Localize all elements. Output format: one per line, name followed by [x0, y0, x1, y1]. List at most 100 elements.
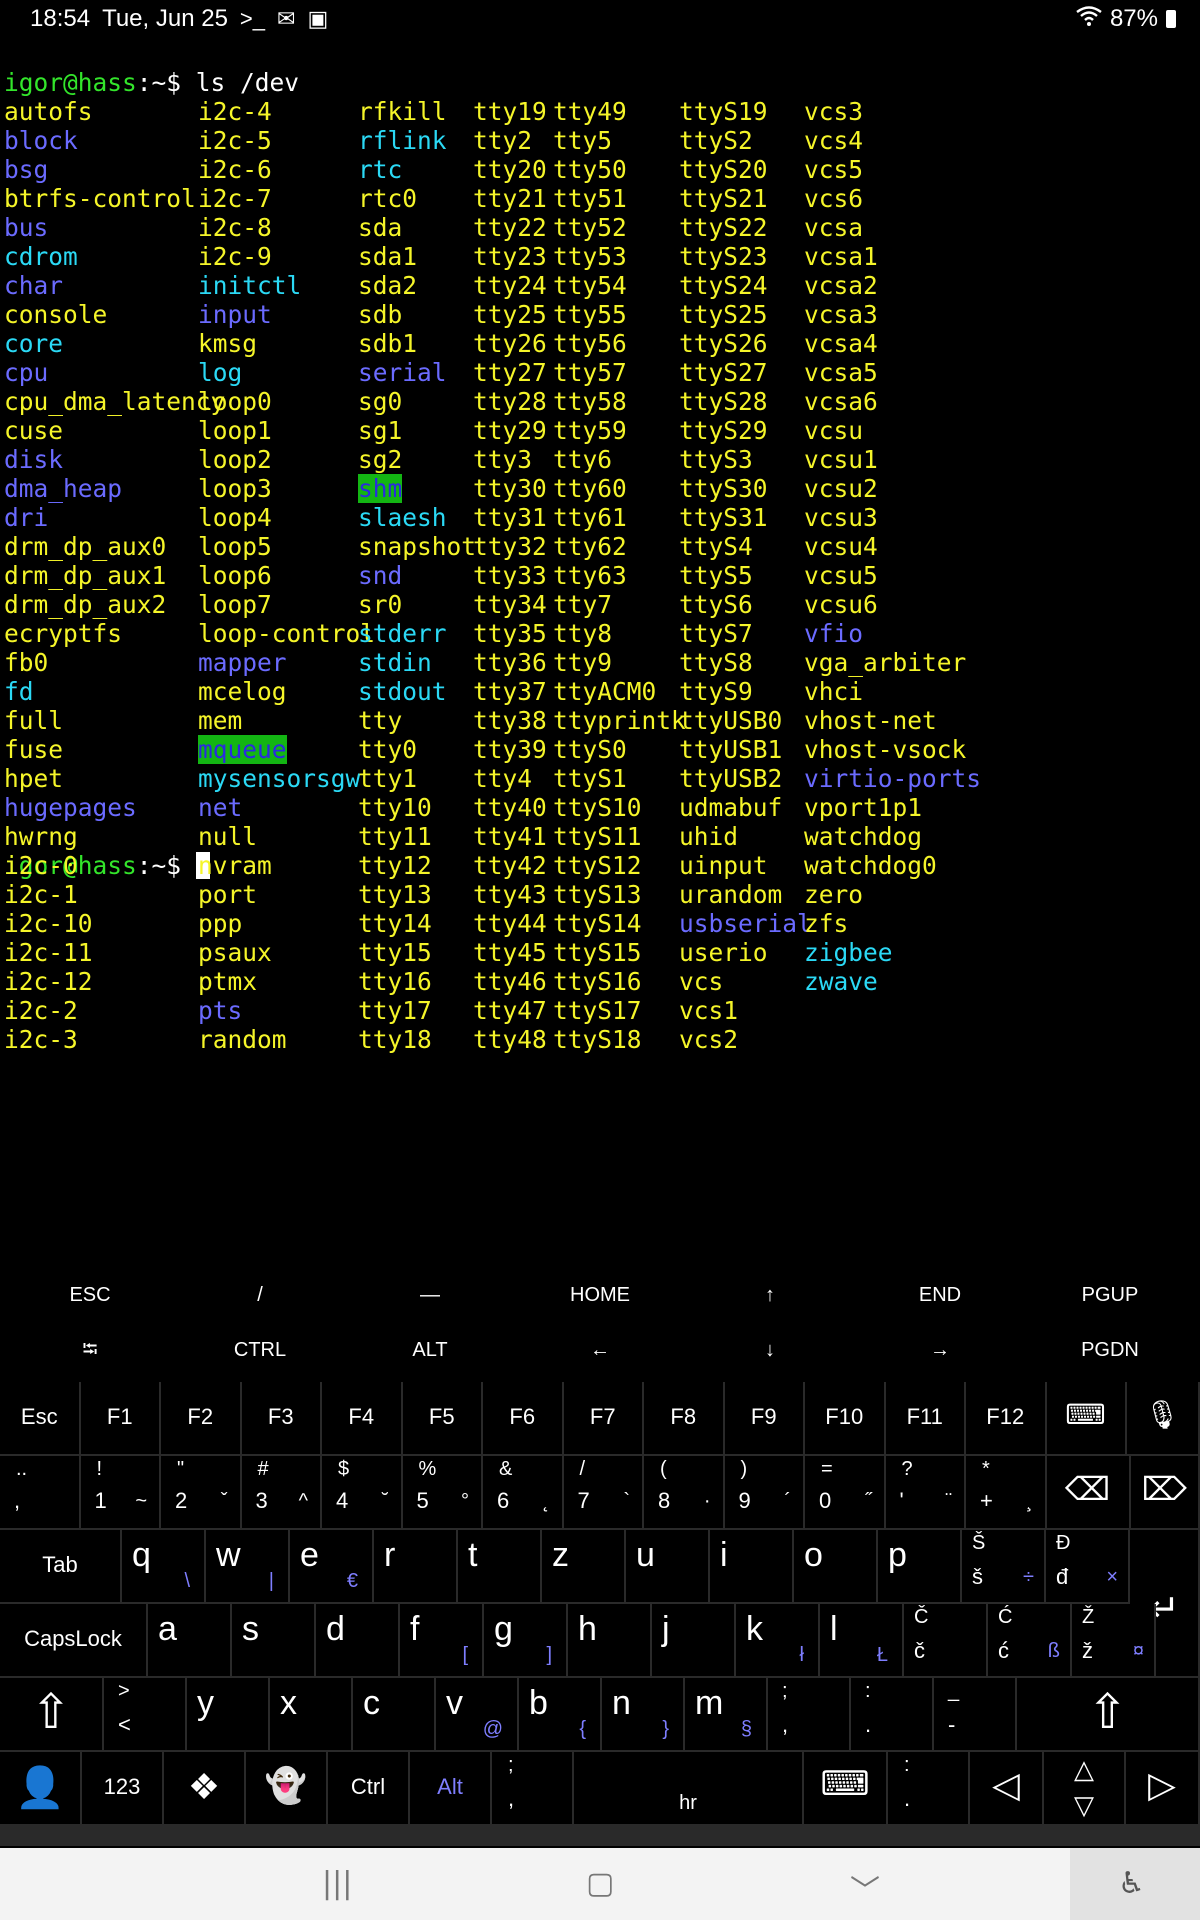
key-letter[interactable]: s: [232, 1604, 316, 1676]
accessibility-button[interactable]: ♿: [1070, 1848, 1200, 1920]
key-letter[interactable]: i: [710, 1530, 794, 1602]
key-f7[interactable]: F7: [563, 1382, 644, 1454]
terminal-view[interactable]: igor@hass:~$ ls /dev autofs block bsg btrfs…: [4, 68, 1196, 1228]
arrow-left-key[interactable]: ◁: [970, 1752, 1044, 1824]
emoji-key[interactable]: 👻: [246, 1752, 328, 1824]
back-icon[interactable]: ﹀: [850, 1866, 880, 1910]
key-f3[interactable]: F3: [241, 1382, 322, 1454]
delete-key[interactable]: ⌦: [1130, 1456, 1200, 1528]
key-letter[interactable]: c: [353, 1678, 436, 1750]
key-letter[interactable]: j: [652, 1604, 736, 1676]
alt-key[interactable]: Alt: [410, 1752, 492, 1824]
key-number[interactable]: (8 ·: [644, 1456, 725, 1528]
key-letter[interactable]: p: [878, 1530, 962, 1602]
key-letter[interactable]: _ -: [934, 1678, 1017, 1750]
comma-key[interactable]: ;,: [492, 1752, 574, 1824]
key-number[interactable]: ! 1 ~: [80, 1456, 161, 1528]
user-settings-key[interactable]: 👤: [0, 1752, 82, 1824]
key-esc[interactable]: Esc: [0, 1382, 81, 1454]
key-number[interactable]: " 2 ˇ: [161, 1456, 242, 1528]
extra-key[interactable]: HOME: [515, 1268, 685, 1323]
extra-key[interactable]: ↑: [685, 1268, 855, 1323]
key-letter[interactable]: w |: [206, 1530, 290, 1602]
key-letter[interactable]: d: [316, 1604, 400, 1676]
key-letter[interactable]: y: [187, 1678, 270, 1750]
left-shift-key[interactable]: ⇧: [0, 1678, 104, 1750]
key-letter[interactable]: m §: [685, 1678, 768, 1750]
key-number[interactable]: ? ' ¨: [885, 1456, 966, 1528]
key-letter[interactable]: > <: [104, 1678, 187, 1750]
keyboard-switch-key[interactable]: ⌨: [1046, 1382, 1127, 1454]
key-number[interactable]: $4 ˘: [322, 1456, 403, 1528]
key-letter[interactable]: h: [568, 1604, 652, 1676]
extra-key[interactable]: /: [175, 1268, 345, 1323]
key-number[interactable]: #3 ^: [241, 1456, 322, 1528]
extra-key[interactable]: PGUP: [1025, 1268, 1195, 1323]
key-f2[interactable]: F2: [161, 1382, 242, 1454]
key-f11[interactable]: F11: [885, 1382, 966, 1454]
key-letter[interactable]: x: [270, 1678, 353, 1750]
arrow-right-key[interactable]: ▷: [1126, 1752, 1200, 1824]
key-letter[interactable]: Đđ ×: [1046, 1530, 1130, 1602]
key-number[interactable]: ..,: [0, 1456, 81, 1528]
key-letter[interactable]: f[: [400, 1604, 484, 1676]
key-letter[interactable]: a: [148, 1604, 232, 1676]
extra-key[interactable]: →: [855, 1323, 1025, 1378]
key-letter[interactable]: lŁ: [820, 1604, 904, 1676]
key-number[interactable]: ) 9 ´: [724, 1456, 805, 1528]
key-number[interactable]: % 5 °: [402, 1456, 483, 1528]
capslock-key[interactable]: CapsLock: [0, 1604, 148, 1676]
extra-key[interactable]: PGDN: [1025, 1323, 1195, 1378]
key-letter[interactable]: Čč: [904, 1604, 988, 1676]
key-letter[interactable]: Ćć ß: [988, 1604, 1072, 1676]
key-f12[interactable]: F12: [966, 1382, 1047, 1454]
key-letter[interactable]: r: [374, 1530, 458, 1602]
key-letter[interactable]: n}: [602, 1678, 685, 1750]
space-key[interactable]: hr: [574, 1752, 804, 1824]
key-letter[interactable]: o: [794, 1530, 878, 1602]
extra-key[interactable]: ↓: [685, 1323, 855, 1378]
extra-key[interactable]: ESC: [5, 1268, 175, 1323]
right-shift-key[interactable]: ⇧: [1017, 1678, 1200, 1750]
key-letter[interactable]: Žž ¤: [1072, 1604, 1156, 1676]
key-f9[interactable]: F9: [724, 1382, 805, 1454]
key-number[interactable]: * + ¸: [966, 1456, 1047, 1528]
voice-input-key[interactable]: 🎙: [1126, 1382, 1200, 1454]
home-icon[interactable]: ▢: [586, 1866, 614, 1901]
extra-key[interactable]: ⭾: [5, 1323, 175, 1378]
period-key[interactable]: :.: [888, 1752, 970, 1824]
extra-key[interactable]: END: [855, 1268, 1025, 1323]
hide-keyboard-key[interactable]: ⌨: [804, 1752, 888, 1824]
backspace-key[interactable]: ⌫: [1046, 1456, 1131, 1528]
extra-key[interactable]: ←: [515, 1323, 685, 1378]
dpad-mode-key[interactable]: ❖: [164, 1752, 246, 1824]
key-f6[interactable]: F6: [483, 1382, 564, 1454]
key-letter[interactable]: z: [542, 1530, 626, 1602]
recent-apps-icon[interactable]: |||: [322, 1866, 352, 1901]
key-f1[interactable]: F1: [80, 1382, 161, 1454]
key-letter[interactable]: ;,: [768, 1678, 851, 1750]
key-number[interactable]: = 0 ˝: [805, 1456, 886, 1528]
key-f10[interactable]: F10: [805, 1382, 886, 1454]
extra-key[interactable]: —: [345, 1268, 515, 1323]
key-number[interactable]: / 7 `: [563, 1456, 644, 1528]
extra-key[interactable]: CTRL: [175, 1323, 345, 1378]
key-f8[interactable]: F8: [644, 1382, 725, 1454]
key-letter[interactable]: u: [626, 1530, 710, 1602]
key-letter[interactable]: v @: [436, 1678, 519, 1750]
key-f5[interactable]: F5: [402, 1382, 483, 1454]
extra-key[interactable]: ALT: [345, 1323, 515, 1378]
ctrl-key[interactable]: Ctrl: [328, 1752, 410, 1824]
numeric-mode-key[interactable]: 123: [82, 1752, 164, 1824]
key-letter[interactable]: :.: [851, 1678, 934, 1750]
key-letter[interactable]: e €: [290, 1530, 374, 1602]
key-f4[interactable]: F4: [322, 1382, 403, 1454]
key-letter[interactable]: g]: [484, 1604, 568, 1676]
key-letter[interactable]: q \: [122, 1530, 206, 1602]
tab-key[interactable]: Tab: [0, 1530, 122, 1602]
arrow-up-down-key[interactable]: △ ▽: [1044, 1752, 1126, 1824]
key-letter[interactable]: t: [458, 1530, 542, 1602]
key-number[interactable]: & 6 ˛: [483, 1456, 564, 1528]
key-letter[interactable]: b{: [519, 1678, 602, 1750]
key-letter[interactable]: Šš ÷: [962, 1530, 1046, 1602]
